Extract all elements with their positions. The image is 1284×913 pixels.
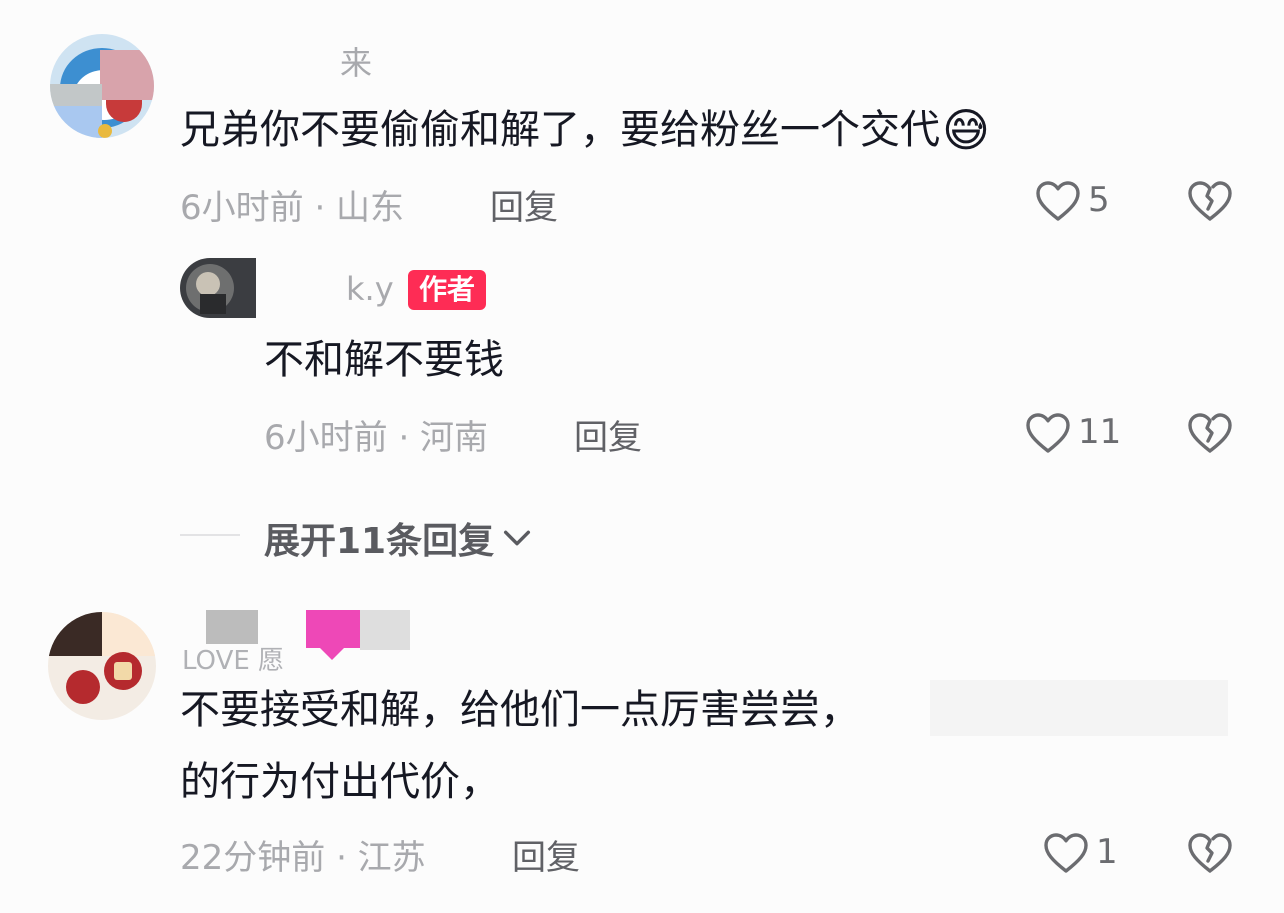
username-comment-2-text: LOVE 愿 <box>182 646 285 676</box>
like-button-2[interactable]: 11 <box>1024 410 1121 454</box>
comment-meta-1: 6小时前 · 山东 <box>180 188 405 228</box>
expand-replies-button[interactable]: 展开11条回复 <box>264 512 534 564</box>
avatar-comment-1[interactable] <box>50 34 154 138</box>
heart-outline-icon <box>1036 181 1080 221</box>
chevron-down-icon <box>504 530 531 546</box>
comment-meta-2: 22分钟前 · 江苏 <box>180 838 426 878</box>
reply-button-3[interactable]: 回复 <box>512 830 580 879</box>
reply-button-1[interactable]: 回复 <box>490 180 558 229</box>
like-count-2: 11 <box>1078 412 1122 452</box>
dislike-button-3[interactable] <box>1186 830 1234 878</box>
expand-divider-line <box>180 534 240 536</box>
reply-meta: 6小时前 · 河南 <box>264 418 489 458</box>
redaction-block <box>930 680 1228 736</box>
dislike-button-2[interactable] <box>1186 410 1234 458</box>
broken-heart-icon <box>1188 833 1232 873</box>
reply-text: 不和解不要钱 <box>264 337 504 383</box>
avatar-reply-author[interactable] <box>180 258 256 318</box>
grinning-sweat-emoji-icon: 😅 <box>942 103 990 157</box>
comment-text-1: 兄弟你不要偷偷和解了，要给粉丝一个交代 <box>180 107 940 153</box>
username-reply-author[interactable]: k.y <box>346 270 394 308</box>
like-button-3[interactable]: 1 <box>1042 830 1118 874</box>
broken-heart-icon <box>1188 181 1232 221</box>
comment-text-2-line2: 的行为付出代价， <box>180 759 500 805</box>
like-count-3: 1 <box>1096 832 1118 872</box>
heart-outline-icon <box>1044 833 1088 873</box>
like-count-1: 5 <box>1088 180 1110 220</box>
like-button-1[interactable]: 5 <box>1034 178 1110 222</box>
heart-outline-icon <box>1026 413 1070 453</box>
broken-heart-icon <box>1188 413 1232 453</box>
reply-button-2[interactable]: 回复 <box>574 410 642 459</box>
username-comment-2[interactable]: LOVE 愿 <box>182 610 412 676</box>
dislike-button-1[interactable] <box>1186 178 1234 226</box>
expand-replies-label: 展开11条回复 <box>264 521 495 562</box>
comment-text-2-line1: 不要接受和解，给他们一点厉害尝尝， <box>180 687 860 733</box>
username-comment-1[interactable]: 来 <box>340 38 372 84</box>
author-badge: 作者 <box>408 270 487 310</box>
avatar-comment-2[interactable] <box>48 612 156 720</box>
